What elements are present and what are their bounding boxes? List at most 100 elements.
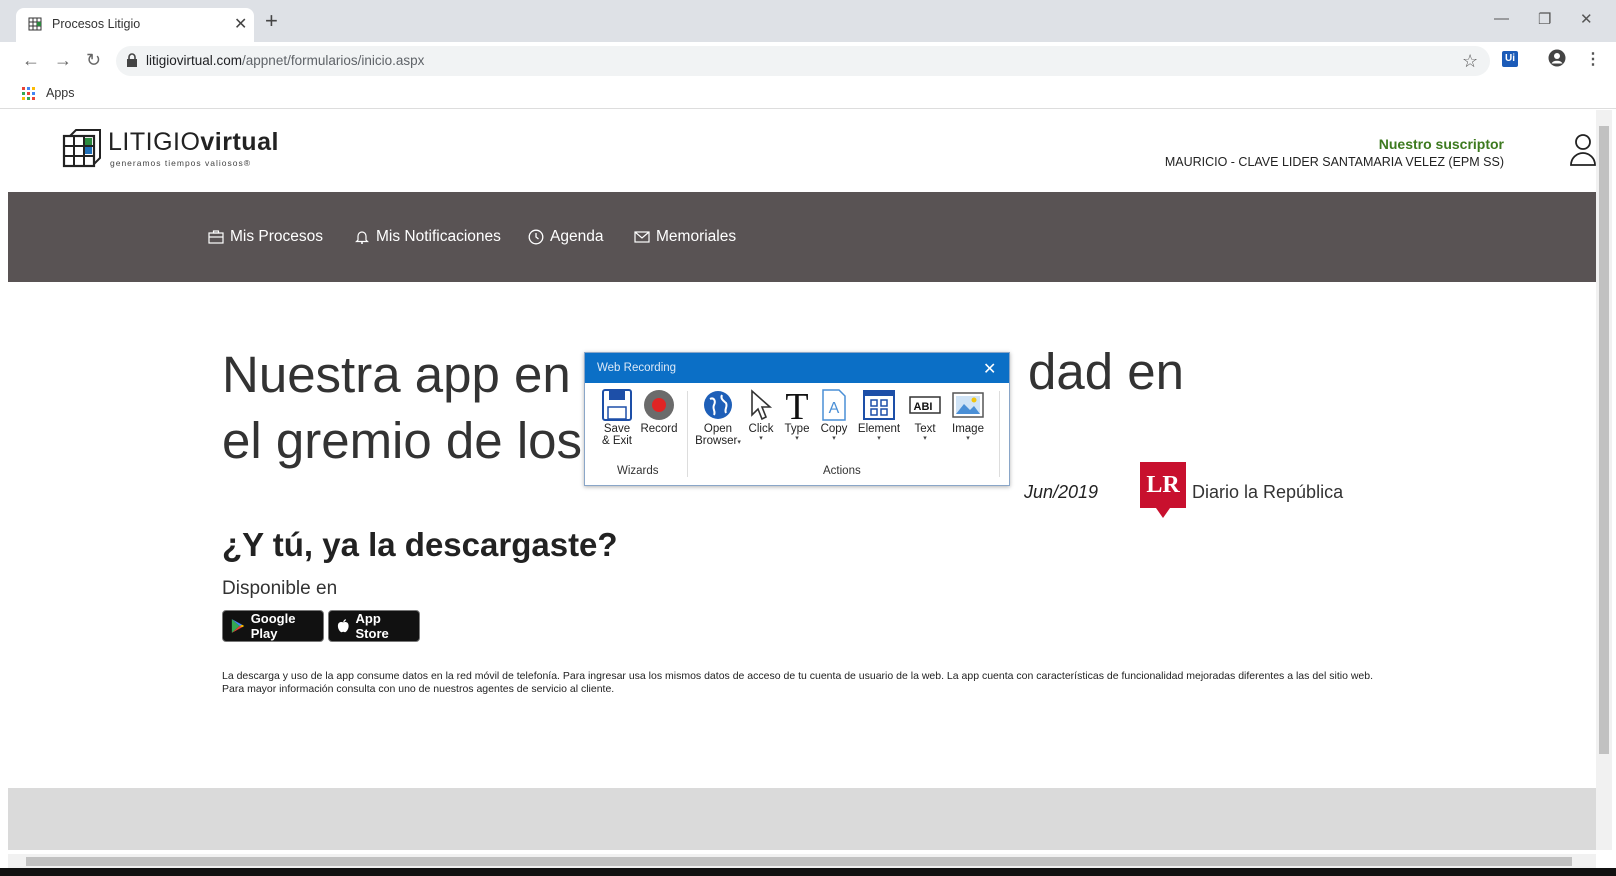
svg-text:T: T [785, 389, 808, 421]
litigio-logo-icon[interactable] [60, 126, 104, 170]
save-exit-label-1: Save [603, 423, 631, 435]
floppy-disk-icon [602, 389, 632, 421]
group-separator [687, 391, 688, 477]
bookmark-star-icon[interactable]: ☆ [1462, 51, 1478, 72]
logo-light: LITIGIO [108, 128, 201, 156]
footer [8, 788, 1596, 850]
click-button[interactable]: Click ▾ [745, 389, 777, 443]
forward-icon[interactable]: → [54, 50, 72, 71]
nav-agenda[interactable]: Agenda [528, 228, 603, 246]
available-label: Disponible en [222, 578, 338, 599]
bell-icon [355, 231, 369, 244]
google-play-label: Google Play [250, 611, 296, 641]
record-icon [644, 390, 674, 420]
logo-wordmark: LITIGIOvirtual [108, 128, 279, 157]
group-separator [999, 391, 1000, 477]
actions-group-label: Actions [823, 465, 861, 477]
google-play-button[interactable]: Google Play [222, 610, 324, 642]
address-bar[interactable]: litigiovirtual.com/appnet/formularios/in… [116, 46, 1490, 76]
globe-icon [704, 391, 732, 419]
vertical-scrollbar[interactable] [1596, 110, 1612, 850]
url-host: litigiovirtual.com [146, 53, 243, 68]
menu-icon[interactable]: ⋮ [1585, 49, 1601, 69]
la-republica-logo-icon[interactable]: LR [1140, 462, 1186, 518]
type-button[interactable]: T Type ▾ [781, 389, 813, 443]
minimize-icon[interactable]: — [1494, 10, 1509, 27]
nav-mis-notificaciones[interactable]: Mis Notificaciones [354, 228, 501, 246]
back-icon[interactable]: ← [22, 50, 40, 71]
dropdown-caret-icon: ▾ [759, 435, 763, 442]
apps-grid-icon[interactable] [22, 87, 35, 100]
open-browser-button[interactable]: Open Browser▾ [693, 389, 743, 447]
svg-text:ABI: ABI [914, 401, 933, 413]
nav-label: Agenda [550, 228, 604, 245]
click-label: Click [748, 423, 774, 435]
image-button[interactable]: Image ▾ [947, 389, 989, 443]
favicon-icon [28, 17, 42, 31]
restore-icon[interactable]: ❐ [1538, 10, 1551, 28]
reload-icon[interactable]: ↻ [86, 50, 101, 71]
record-button[interactable]: Record [637, 389, 681, 435]
web-recording-dialog: Web Recording ✕ Save & Exit Record Open … [584, 352, 1010, 486]
user-icon[interactable] [1568, 132, 1596, 166]
news-date: Jun/2019 [1024, 482, 1099, 502]
app-store-label: App Store [355, 611, 389, 641]
lr-logo-text: LR [1146, 472, 1180, 498]
tab-strip: Procesos Litigio ✕ + — ❐ ✕ [0, 0, 1616, 42]
element-button[interactable]: Element ▾ [855, 389, 903, 443]
news-source: Diario la República [1192, 482, 1344, 502]
bookmarks-bar: Apps [0, 80, 1616, 109]
close-icon[interactable]: ✕ [983, 359, 996, 379]
open-browser-label-1: Open [703, 423, 733, 435]
browser-toolbar: ← → ↻ litigiovirtual.com/appnet/formular… [0, 42, 1616, 80]
nav-mis-procesos[interactable]: Mis Procesos [208, 228, 323, 246]
headline-tail: dad en [1028, 343, 1184, 400]
logo-bold: virtual [200, 128, 279, 156]
dialog-titlebar[interactable]: Web Recording ✕ [585, 353, 1009, 383]
dropdown-caret-icon: ▾ [795, 435, 799, 442]
taskbar [0, 868, 1616, 876]
text-label: Text [914, 423, 936, 435]
disclaimer-text: La descarga y uso de la app consume dato… [222, 670, 1374, 695]
svg-text:A: A [829, 400, 840, 417]
url-path: /appnet/formularios/inicio.aspx [242, 53, 425, 68]
apple-icon [337, 619, 349, 633]
app-store-button[interactable]: App Store [328, 610, 420, 642]
text-button[interactable]: ABI Text ▾ [907, 389, 943, 443]
image-picture-icon [952, 392, 984, 418]
dialog-title: Web Recording [597, 362, 677, 374]
open-browser-label-2: Browser [695, 435, 738, 447]
uipath-extension-icon[interactable]: Ui [1502, 51, 1518, 67]
nav-label: Mis Notificaciones [376, 228, 501, 245]
element-label: Element [857, 423, 901, 435]
subscriber-label: Nuestro suscriptor [1378, 136, 1504, 152]
new-tab-button[interactable]: + [265, 10, 278, 32]
url-text: litigiovirtual.com/appnet/formularios/in… [146, 53, 424, 68]
save-exit-label-2: & Exit [601, 435, 633, 447]
element-grid-icon [863, 390, 895, 420]
close-tab-icon[interactable]: ✕ [234, 14, 247, 34]
image-label: Image [952, 423, 984, 435]
apps-bookmark[interactable]: Apps [46, 86, 75, 100]
briefcase-icon [208, 230, 224, 244]
dropdown-caret-icon: ▾ [737, 439, 741, 446]
tab-title: Procesos Litigio [52, 17, 141, 31]
logo-tagline: generamos tiempos valiosos® [110, 158, 251, 168]
main-nav: Mis Procesos Mis Notificaciones Agenda M… [8, 192, 1596, 282]
horizontal-scrollbar[interactable] [8, 854, 1596, 868]
type-t-icon: T [785, 389, 808, 421]
save-exit-button[interactable]: Save & Exit [599, 389, 635, 447]
clock-icon [528, 229, 544, 245]
nav-memoriales[interactable]: Memoriales [634, 228, 736, 246]
browser-tab[interactable]: Procesos Litigio ✕ [16, 8, 254, 42]
dropdown-caret-icon: ▾ [877, 435, 881, 442]
dropdown-caret-icon: ▾ [923, 435, 927, 442]
close-window-icon[interactable]: ✕ [1580, 10, 1593, 28]
copy-button[interactable]: A Copy ▾ [817, 389, 851, 443]
nav-label: Memoriales [656, 228, 737, 245]
type-label: Type [784, 423, 810, 435]
profile-icon[interactable] [1548, 49, 1566, 67]
vertical-scroll-thumb[interactable] [1599, 126, 1609, 754]
dropdown-caret-icon: ▾ [966, 435, 970, 442]
horizontal-scroll-thumb[interactable] [26, 857, 1572, 866]
